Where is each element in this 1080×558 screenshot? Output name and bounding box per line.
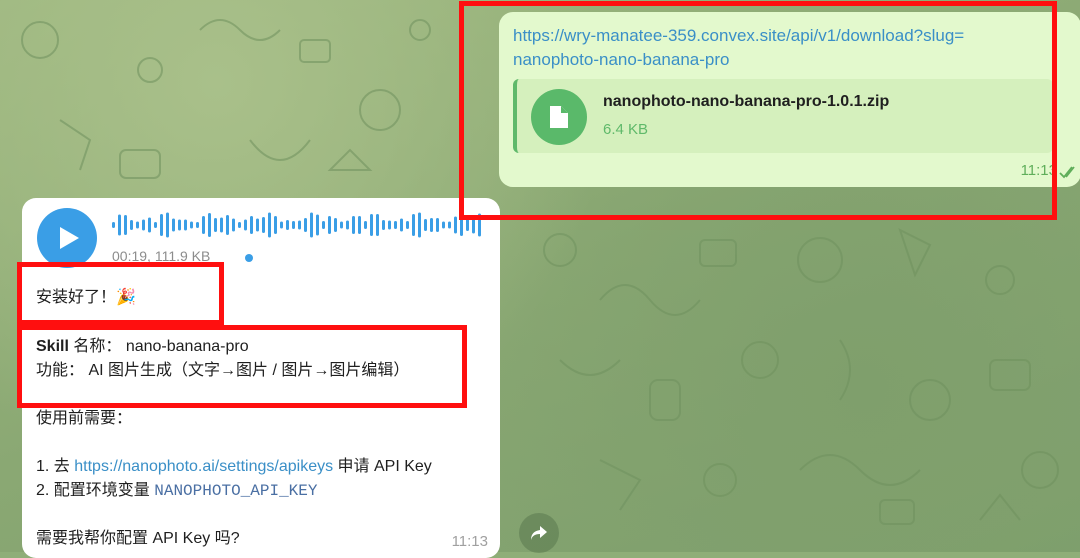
waveform-bar: [412, 214, 415, 236]
step-1-prefix: 1. 去: [36, 458, 70, 475]
waveform-bar: [442, 221, 445, 229]
share-button[interactable]: [519, 513, 559, 553]
waveform-bar: [166, 212, 169, 238]
waveform-bar: [364, 221, 367, 229]
step-1: 1. 去 https://nanophoto.ai/settings/apike…: [36, 455, 432, 479]
waveform-bar: [160, 214, 163, 236]
waveform-bar: [376, 214, 379, 236]
waveform-bar: [406, 221, 409, 229]
waveform-bar: [382, 220, 385, 230]
waveform-bar: [436, 218, 439, 232]
waveform-bar: [352, 216, 355, 234]
annotation-box-installed: [17, 262, 224, 325]
waveform-bar: [274, 216, 277, 234]
waveform-bar: [172, 218, 175, 232]
waveform-bar: [304, 218, 307, 232]
waveform-bar: [466, 219, 469, 231]
waveform-bar: [124, 215, 127, 235]
waveform-bar: [400, 218, 403, 232]
waveform-bar: [154, 222, 157, 228]
apikeys-link[interactable]: https://nanophoto.ai/settings/apikeys: [74, 458, 333, 475]
step-2-prefix: 2. 配置环境变量: [36, 482, 150, 499]
waveform-bar: [286, 220, 289, 230]
waveform-bar: [232, 218, 235, 232]
unread-dot: [245, 254, 253, 262]
waveform-bar: [316, 214, 319, 236]
waveform-bar: [202, 216, 205, 234]
env-var-code: NANOPHOTO_API_KEY: [154, 482, 318, 500]
waveform-bar: [250, 216, 253, 234]
waveform-bar: [454, 216, 457, 234]
waveform-bar: [226, 215, 229, 235]
double-check-icon: [1059, 166, 1075, 179]
annotation-box-download: [459, 1, 1057, 220]
waveform-bar: [280, 221, 283, 229]
waveform-bar: [238, 222, 241, 228]
question-text: 需要我帮你配置 API Key 吗?: [36, 530, 240, 547]
waveform-bar: [328, 216, 331, 234]
waveform-bar: [148, 217, 151, 233]
waveform-bar: [370, 214, 373, 236]
waveform-bar: [424, 219, 427, 231]
waveform-bar: [322, 221, 325, 229]
waveform-bar: [448, 221, 451, 229]
message-time: 11:13: [451, 533, 488, 550]
waveform-bar: [334, 218, 337, 232]
waveform-bar: [430, 218, 433, 232]
waveform-bar: [184, 219, 187, 231]
waveform-bar: [112, 222, 115, 228]
share-arrow-icon: [531, 526, 547, 540]
before-use-text: 使用前需要：: [36, 410, 133, 427]
waveform-bar: [340, 221, 343, 229]
waveform-bar: [196, 222, 199, 228]
voice-waveform[interactable]: [112, 210, 492, 240]
waveform-bar: [268, 212, 271, 238]
waveform-bar: [142, 219, 145, 231]
waveform-bar: [208, 213, 211, 237]
waveform-bar: [298, 220, 301, 230]
waveform-bar: [214, 218, 217, 232]
waveform-bar: [394, 221, 397, 229]
waveform-bar: [244, 219, 247, 231]
waveform-bar: [190, 221, 193, 229]
step-2: 2. 配置环境变量 NANOPHOTO_API_KEY: [36, 479, 317, 503]
waveform-bar: [418, 212, 421, 238]
waveform-bar: [310, 212, 313, 238]
waveform-bar: [220, 217, 223, 233]
waveform-bar: [118, 214, 121, 236]
waveform-bar: [388, 220, 391, 230]
waveform-bar: [136, 221, 139, 229]
waveform-bar: [130, 220, 133, 230]
play-icon[interactable]: [37, 208, 97, 268]
waveform-bar: [178, 219, 181, 231]
waveform-bar: [262, 217, 265, 233]
step-1-suffix: 申请 API Key: [337, 458, 432, 475]
waveform-bar: [292, 221, 295, 229]
waveform-bar: [346, 220, 349, 230]
annotation-box-skill-info: [17, 325, 467, 408]
waveform-bar: [358, 216, 361, 234]
waveform-bar: [256, 218, 259, 232]
